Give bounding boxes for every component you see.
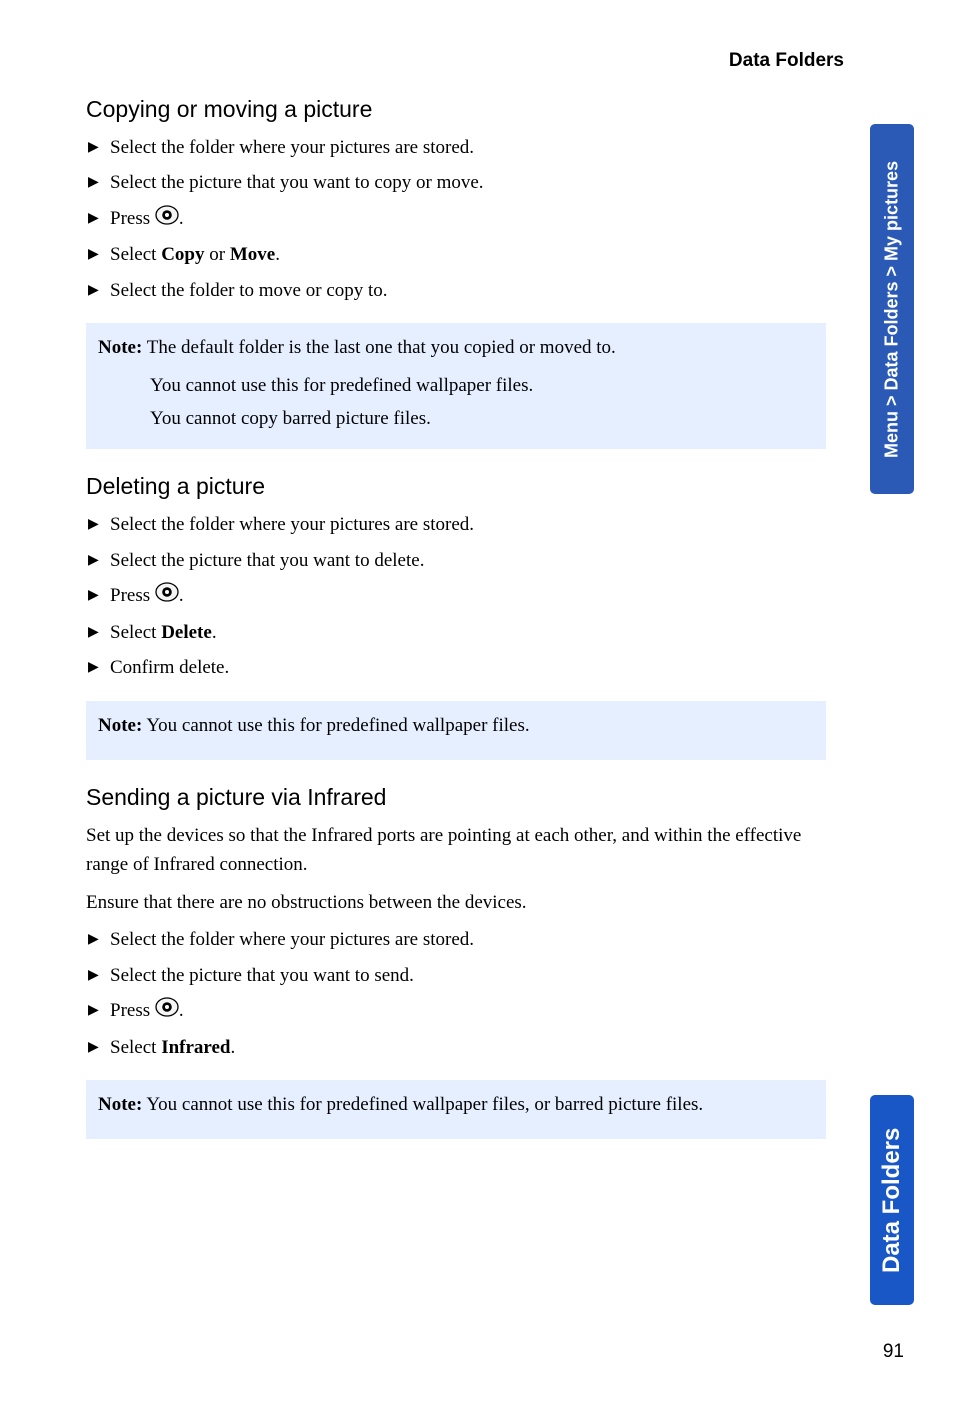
note-text: The default folder is the last one that … — [142, 337, 615, 358]
step-text: . — [231, 1037, 236, 1058]
note-line: Note: The default folder is the last one… — [98, 333, 814, 362]
step: Press . — [106, 996, 826, 1026]
steps-infrared: Select the folder where your pictures ar… — [86, 925, 826, 1062]
step-text: Select the folder where your pictures ar… — [110, 929, 474, 950]
side-tab-section: Data Folders — [870, 1095, 914, 1305]
step: Select the picture that you want to copy… — [106, 168, 826, 197]
step-text: Select — [110, 622, 161, 643]
step-text: Press — [110, 585, 155, 606]
step: Select the picture that you want to send… — [106, 961, 826, 990]
ok-key-icon — [155, 582, 179, 611]
bold-copy: Copy — [161, 244, 204, 265]
step-text: Select — [110, 1037, 161, 1058]
step-text: or — [204, 244, 229, 265]
note-label: Note: — [98, 1094, 142, 1115]
bold-move: Move — [230, 244, 275, 265]
bold-infrared: Infrared — [161, 1037, 230, 1058]
page: Data Folders Menu > Data Folders > My pi… — [0, 0, 954, 1409]
heading-copy-move: Copying or moving a picture — [86, 96, 826, 123]
step-text: Select the folder to move or copy to. — [110, 280, 388, 301]
step: Select the folder where your pictures ar… — [106, 925, 826, 954]
steps-delete: Select the folder where your pictures ar… — [86, 510, 826, 682]
content: Copying or moving a picture Select the f… — [86, 96, 826, 1139]
step-text: Select — [110, 244, 161, 265]
step-text: Select the picture that you want to dele… — [110, 550, 424, 571]
note-box-infrared: Note: You cannot use this for predefined… — [86, 1080, 826, 1139]
note-text: You cannot use this for predefined wallp… — [142, 715, 529, 736]
note-line: Note: You cannot use this for predefined… — [98, 711, 814, 740]
step-text: Select the folder where your pictures ar… — [110, 514, 474, 535]
step-text: Select the picture that you want to send… — [110, 965, 414, 986]
step-text: Select the folder where your pictures ar… — [110, 137, 474, 158]
step: Press . — [106, 204, 826, 234]
ok-key-icon — [155, 997, 179, 1026]
note-box-copy-move: Note: The default folder is the last one… — [86, 323, 826, 449]
step: Select Delete. — [106, 618, 826, 647]
steps-copy-move: Select the folder where your pictures ar… — [86, 133, 826, 305]
para: Ensure that there are no obstructions be… — [86, 888, 826, 917]
note-line: You cannot use this for predefined wallp… — [150, 371, 814, 400]
note-box-delete: Note: You cannot use this for predefined… — [86, 701, 826, 760]
step: Select the folder to move or copy to. — [106, 276, 826, 305]
heading-infrared: Sending a picture via Infrared — [86, 784, 826, 811]
note-label: Note: — [98, 337, 142, 358]
section-tab-text: Data Folders — [878, 1127, 906, 1272]
step: Select the picture that you want to dele… — [106, 546, 826, 575]
heading-delete: Deleting a picture — [86, 473, 826, 500]
step-text: Confirm delete. — [110, 657, 229, 678]
step: Select Infrared. — [106, 1033, 826, 1062]
page-header: Data Folders — [86, 50, 894, 72]
step: Select the folder where your pictures ar… — [106, 133, 826, 162]
step-text: . — [275, 244, 280, 265]
header-title: Data Folders — [729, 50, 844, 71]
step-text: Select the picture that you want to copy… — [110, 172, 484, 193]
side-tab-top-wrap: Menu > Data Folders > My pictures — [870, 124, 914, 502]
ok-key-icon — [155, 205, 179, 234]
step: Select the folder where your pictures ar… — [106, 510, 826, 539]
breadcrumb-text: Menu > Data Folders > My pictures — [882, 160, 903, 457]
step: Press . — [106, 581, 826, 611]
side-tab-breadcrumb: Menu > Data Folders > My pictures — [870, 124, 914, 494]
note-text: You cannot use this for predefined wallp… — [142, 1094, 703, 1115]
step: Confirm delete. — [106, 653, 826, 682]
note-line: Note: You cannot use this for predefined… — [98, 1090, 814, 1119]
note-label: Note: — [98, 715, 142, 736]
bold-delete: Delete — [161, 622, 212, 643]
page-number: 91 — [883, 1341, 904, 1363]
step-text: Press — [110, 208, 155, 229]
step: Select Copy or Move. — [106, 240, 826, 269]
step-text: . — [212, 622, 217, 643]
step-text: . — [179, 585, 184, 606]
step-text: . — [179, 1000, 184, 1021]
side-tab-bottom-wrap: Data Folders — [870, 1095, 914, 1313]
step-text: Press — [110, 1000, 155, 1021]
note-line: You cannot copy barred picture files. — [150, 404, 814, 433]
para: Set up the devices so that the Infrared … — [86, 821, 826, 880]
step-text: . — [179, 208, 184, 229]
